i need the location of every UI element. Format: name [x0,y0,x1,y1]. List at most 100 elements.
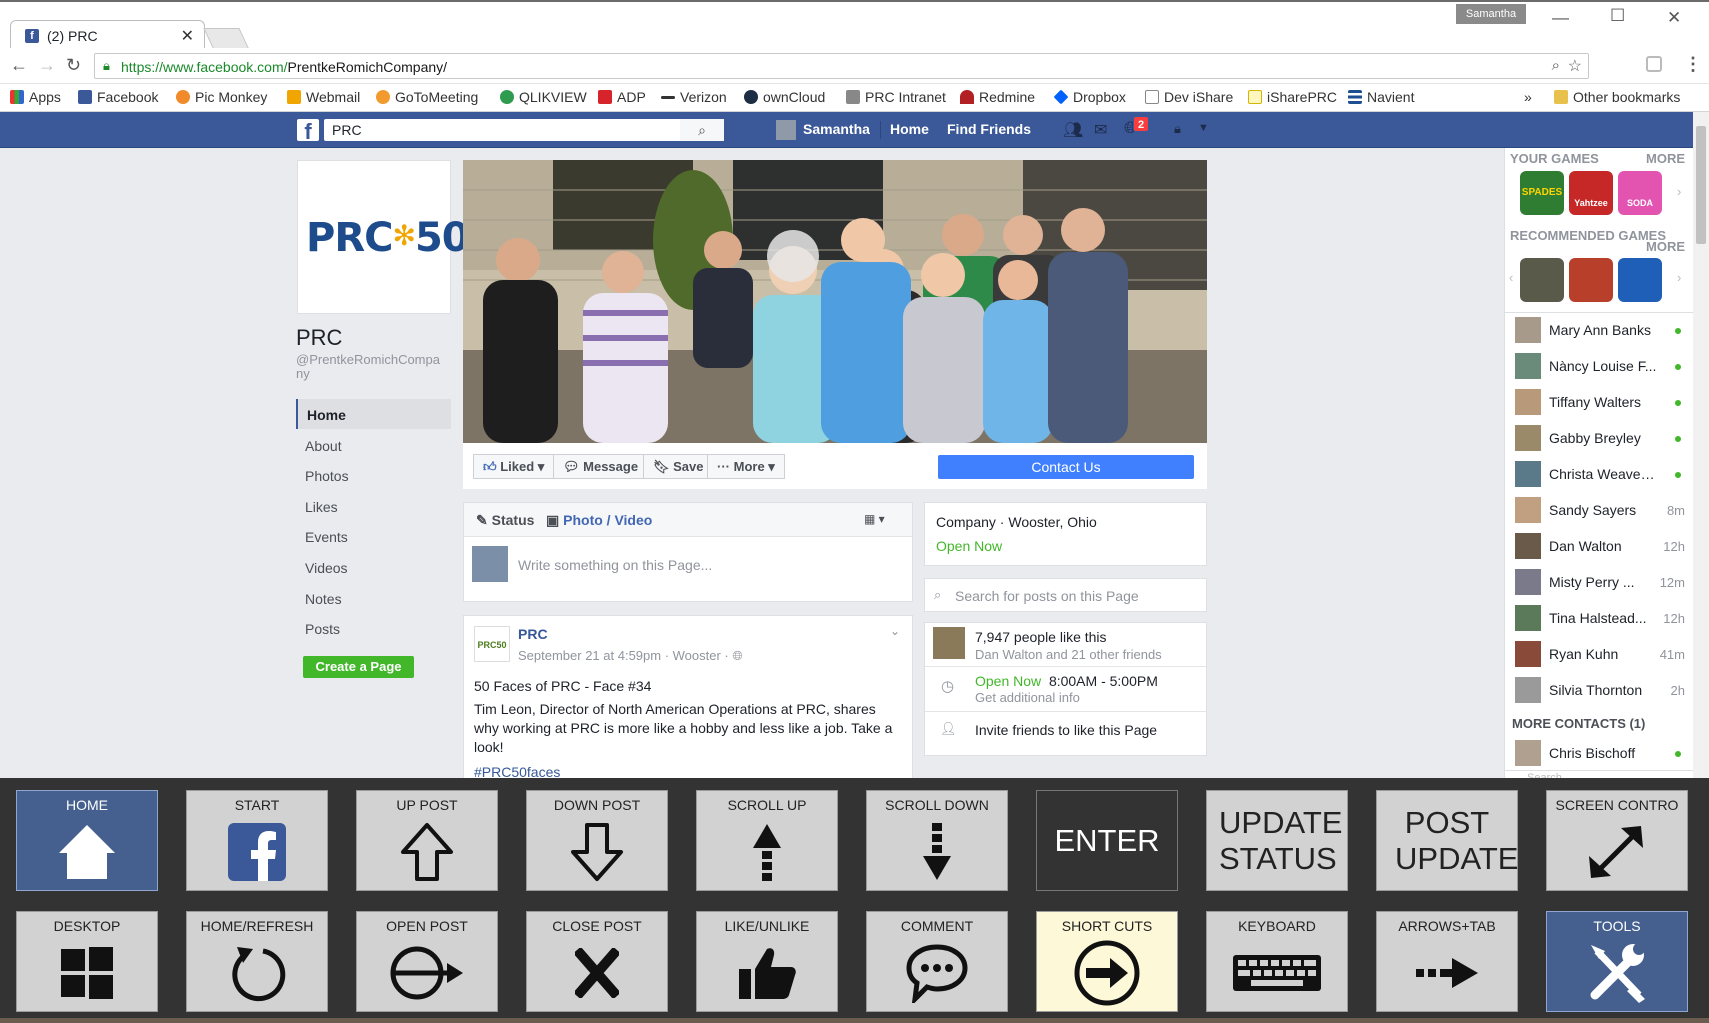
game-recommended-3[interactable] [1618,258,1662,302]
grid-keyboard-button[interactable]: KEYBOARD [1206,911,1348,1012]
search-posts-input[interactable]: ⌕ Search for posts on this Page [924,578,1207,612]
game-soda[interactable]: SODA [1618,171,1662,215]
bookmark-dev-ishare[interactable]: Dev iShare [1145,89,1233,105]
game-recommended-2[interactable] [1569,258,1613,302]
recommended-more[interactable]: MORE [1646,239,1685,254]
nav-find-friends[interactable]: Find Friends [947,121,1031,137]
search-icon[interactable]: ⌕ [680,119,724,141]
extension-icon[interactable] [1646,56,1662,72]
post-as-selector[interactable]: ▦ ▾ [864,512,885,526]
prev-games-icon[interactable]: ‹ [1509,270,1513,285]
grid-shortcuts-button[interactable]: SHORT CUTS [1036,911,1178,1012]
star-icon[interactable]: ☆ [1568,56,1582,76]
post-author-avatar[interactable]: PRC50 [474,626,510,662]
contact-item[interactable]: Nàncy Louise F... [1511,350,1689,383]
page-scrollbar[interactable] [1693,112,1709,778]
bookmark-gotomeeting[interactable]: GoToMeeting [376,89,478,105]
bookmark-navient[interactable]: Navient [1348,89,1414,105]
bookmark-adp[interactable]: ADP [598,89,646,105]
contact-item[interactable]: Sandy Sayers 8m [1511,494,1689,527]
grid-down-post-button[interactable]: DOWN POST [526,790,668,891]
facebook-logo-icon[interactable]: f [297,119,319,141]
likes-friends[interactable]: Dan Walton and 21 other friends [975,647,1162,662]
bookmark-facebook[interactable]: Facebook [78,89,158,105]
other-bookmarks[interactable]: Other bookmarks [1554,89,1680,105]
grid-scroll-down-button[interactable]: SCROLL DOWN [866,790,1008,891]
scrollbar-thumb[interactable] [1696,126,1706,244]
url-input[interactable]: 🔒︎ https://www.facebook.com/PrentkeRomic… [94,53,1589,79]
nav-profile[interactable]: Samantha [803,121,870,137]
bookmark-prc-intranet[interactable]: PRC Intranet [846,89,946,105]
create-page-button[interactable]: Create a Page [303,656,414,678]
game-spades[interactable]: SPADES [1520,171,1564,215]
back-icon[interactable]: ← [10,55,28,76]
grid-enter-button[interactable]: ENTER [1036,790,1178,891]
bookmark-verizon[interactable]: Verizon [661,89,727,105]
grid-desktop-button[interactable]: DESKTOP [16,911,158,1012]
left-nav-home[interactable]: Home [296,399,451,429]
grid-scroll-up-button[interactable]: SCROLL UP [696,790,838,891]
message-button[interactable]: 💬︎ Message [553,454,649,479]
contact-item[interactable]: Gabby Breyley [1511,422,1689,455]
left-nav-events[interactable]: Events [296,521,451,551]
page-profile-picture[interactable]: PRC✻50 [297,160,470,314]
minimize-icon[interactable]: — [1552,8,1569,28]
contact-item[interactable]: Tiffany Walters [1511,386,1689,419]
nav-home[interactable]: Home [890,121,929,137]
post-options-icon[interactable]: ⌄ [890,624,900,638]
chat-search-input[interactable]: Search [1505,770,1693,778]
friend-requests-icon[interactable]: 👥︎ [1063,120,1083,140]
contact-item[interactable]: Tina Halstead... 12h [1511,602,1689,635]
new-tab-button[interactable] [203,28,249,48]
close-tab-icon[interactable]: ✕ [181,26,194,46]
bookmark-dropbox[interactable]: Dropbox [1053,89,1126,105]
grid-close-post-button[interactable]: CLOSE POST [526,911,668,1012]
contact-item[interactable]: Christa Weaver ... [1511,458,1689,491]
browser-tab[interactable]: f (2) PRC ✕ [10,20,205,50]
privacy-shortcuts-icon[interactable]: 🔒︎ [1174,121,1181,137]
menu-icon[interactable]: ⋮ [1684,54,1702,75]
bookmark-redmine[interactable]: Redmine [960,89,1035,105]
left-nav-notes[interactable]: Notes [296,583,451,613]
close-window-icon[interactable]: ✕ [1667,8,1681,28]
composer-input[interactable]: Write something on this Page... [518,557,712,573]
game-yahtzee[interactable]: Yahtzee [1569,171,1613,215]
messages-icon[interactable]: ✉︎ [1094,120,1107,140]
contact-item[interactable]: Dan Walton 12h [1511,530,1689,563]
contact-item[interactable]: Misty Perry ... 12m [1511,566,1689,599]
your-games-more[interactable]: MORE [1646,151,1685,166]
contact-us-button[interactable]: Contact Us [938,455,1194,479]
bookmark-owncloud[interactable]: ownCloud [744,89,825,105]
grid-start-button[interactable]: START [186,790,328,891]
likes-count[interactable]: 7,947 people like this [975,629,1107,645]
left-nav-about[interactable]: About [296,430,451,460]
bookmark-qlikview[interactable]: QLIKVIEW [500,89,587,105]
grid-home-button[interactable]: HOME [16,790,158,891]
contact-item[interactable]: Chris Bischoff [1511,737,1689,770]
grid-post-update-button[interactable]: POST UPDATE [1376,790,1518,891]
left-nav-videos[interactable]: Videos [296,552,451,582]
bookmark-apps[interactable]: Apps [10,89,61,105]
grid-like-unlike-button[interactable]: LIKE/UNLIKE [696,911,838,1012]
account-menu-icon[interactable]: ▼ [1198,122,1209,134]
post-author[interactable]: PRC [518,626,548,642]
game-recommended-1[interactable] [1520,258,1564,302]
left-nav-photos[interactable]: Photos [296,460,451,490]
more-button[interactable]: ··· More ▾ [707,454,785,479]
forward-icon[interactable]: → [38,55,56,76]
grid-arrows-tab-button[interactable]: ARROWS+TAB [1376,911,1518,1012]
save-button[interactable]: 🔖︎ Save [643,454,714,479]
grid-up-post-button[interactable]: UP POST [356,790,498,891]
grid-comment-button[interactable]: COMMENT [866,911,1008,1012]
next-recommended-icon[interactable]: › [1677,270,1681,285]
grid-open-post-button[interactable]: OPEN POST [356,911,498,1012]
more-bookmarks[interactable]: » [1524,89,1532,105]
bookmark-webmail[interactable]: Webmail [287,89,360,105]
grid-update-status-button[interactable]: UPDATE STATUS [1206,790,1348,891]
left-nav-likes[interactable]: Likes [296,491,451,521]
window-user-chip[interactable]: Samantha [1456,4,1526,24]
left-nav-posts[interactable]: Posts [296,613,451,643]
bookmark-picmonkey[interactable]: Pic Monkey [176,89,267,105]
grid-home-refresh-button[interactable]: HOME/REFRESH [186,911,328,1012]
status-tab[interactable]: ✎ Status [476,512,534,529]
